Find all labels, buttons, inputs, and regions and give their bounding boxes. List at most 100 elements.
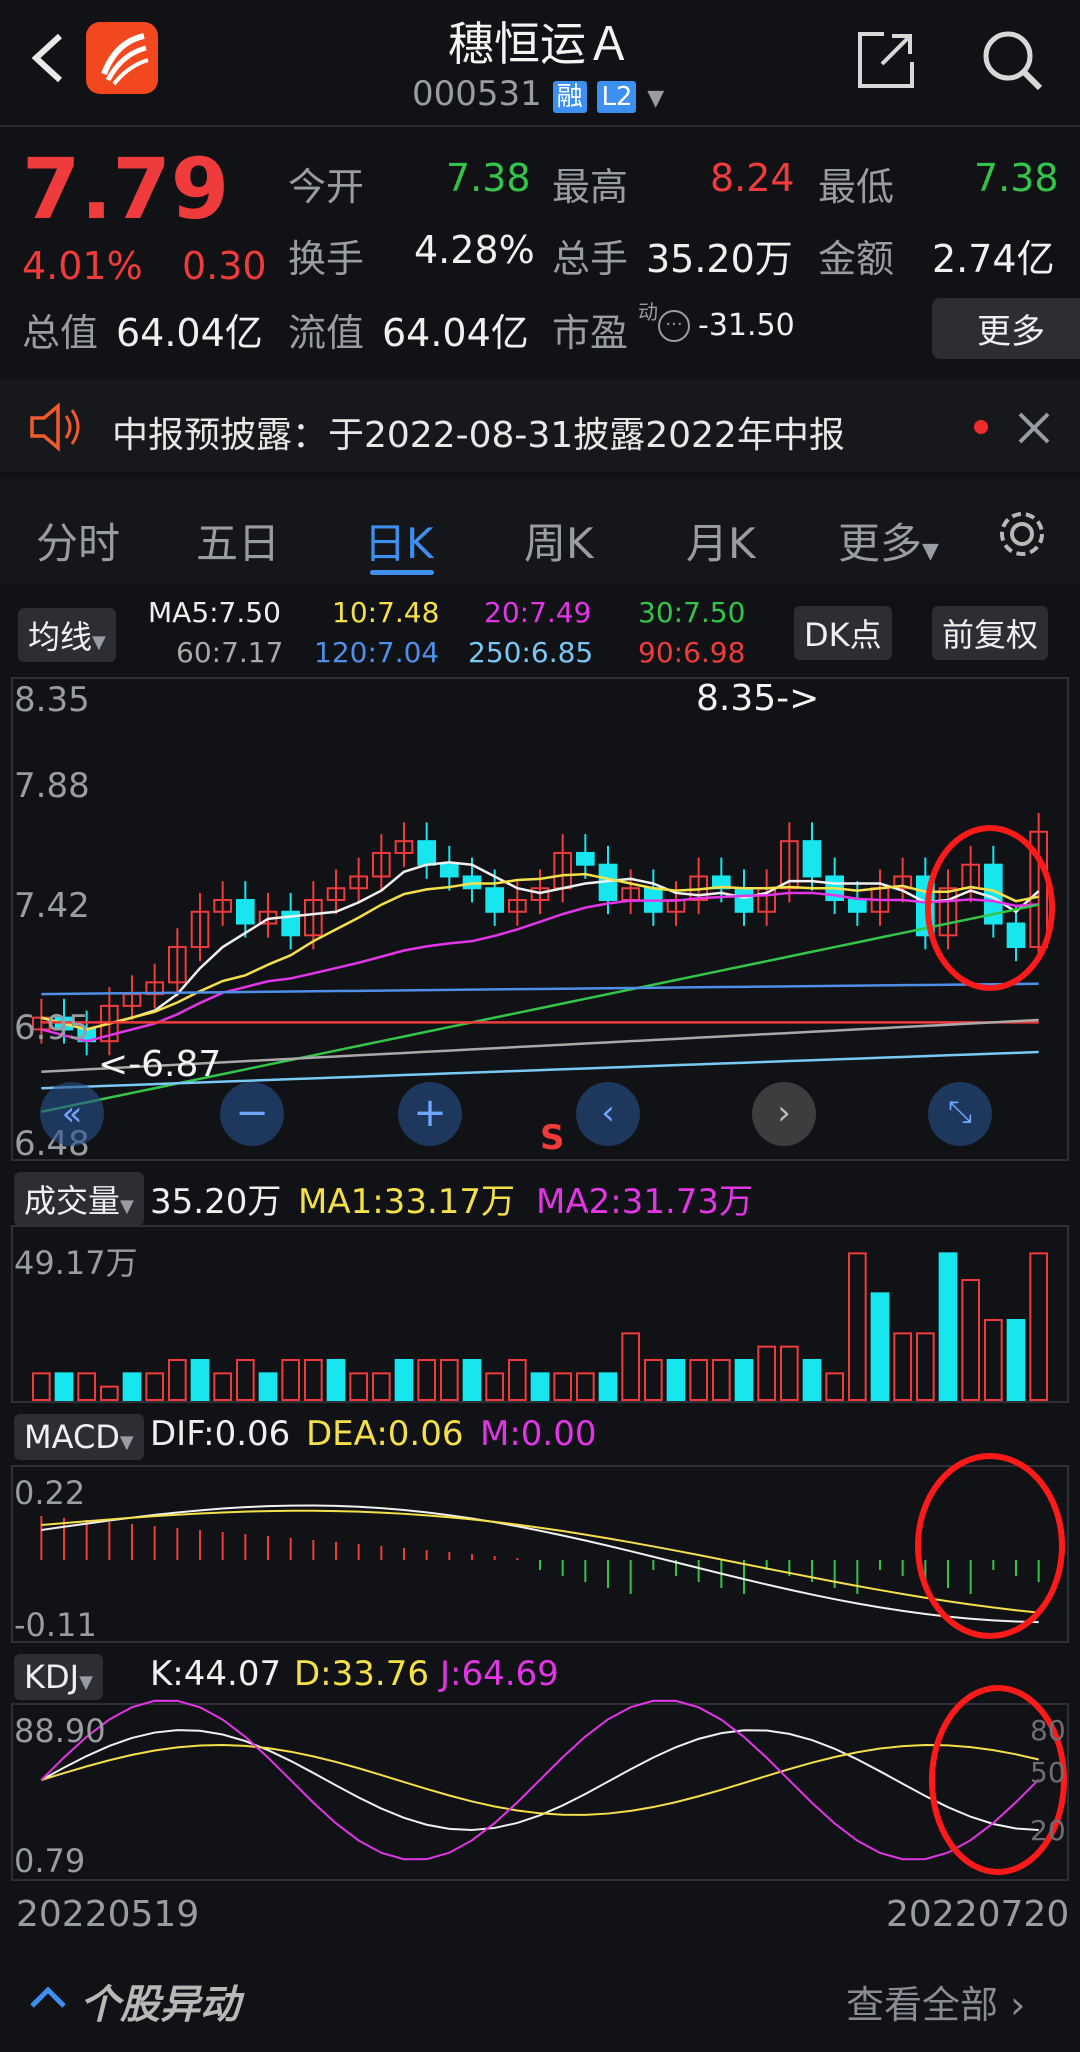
kdj-d: D:33.76 <box>294 1654 429 1694</box>
annotation-circle <box>915 1453 1065 1639</box>
expand-icon[interactable] <box>28 1978 68 2018</box>
macd-dea: DEA:0.06 <box>306 1414 464 1454</box>
volume-bar <box>485 1372 505 1402</box>
volume-bar <box>122 1372 142 1402</box>
chevron-right-icon: › <box>1010 1983 1026 2027</box>
volume-bar <box>349 1372 369 1402</box>
view-all-link[interactable]: 查看全部 › <box>846 1974 1025 2029</box>
kdj-selector-label: KDJ <box>24 1658 80 1696</box>
kdj-ref-50: 50 <box>1030 1756 1066 1789</box>
volume-ma2: MA2:31.73万 <box>536 1182 754 1222</box>
view-all-label: 查看全部 <box>846 1983 999 2027</box>
caret-down-icon: ▼ <box>120 1196 134 1217</box>
macd-ymin: -0.11 <box>14 1606 97 1644</box>
volume-bar <box>77 1372 97 1402</box>
volume-bar <box>984 1319 1003 1401</box>
candle-body <box>802 840 822 878</box>
volume-bar <box>916 1332 935 1402</box>
volume-bar <box>598 1372 618 1402</box>
kline-frame <box>11 677 1069 1161</box>
volume-bar <box>258 1372 278 1402</box>
ma120-line <box>41 982 1039 996</box>
volume-bar <box>961 1279 980 1401</box>
candle-body <box>440 863 459 878</box>
volume-bar <box>462 1359 482 1401</box>
volume-bar <box>281 1359 301 1401</box>
macd-m: M:0.00 <box>480 1414 597 1454</box>
chart-next-button[interactable]: › <box>752 1082 816 1146</box>
zoom-in-button[interactable]: + <box>398 1082 462 1146</box>
kline-y3: 7.42 <box>14 886 90 926</box>
volume-bar <box>100 1385 119 1401</box>
volume-bar <box>54 1372 74 1402</box>
volume-bar <box>870 1292 890 1402</box>
volume-bar <box>757 1345 776 1401</box>
volume-bar <box>145 1372 164 1402</box>
candle-body <box>236 899 255 925</box>
s-marker: S <box>540 1118 565 1158</box>
volume-bar <box>326 1359 346 1401</box>
volume-bar <box>168 1359 187 1401</box>
date-start: 20220519 <box>16 1894 200 1935</box>
volume-bar <box>621 1332 640 1402</box>
volume-bar <box>553 1372 572 1402</box>
kline-y2: 7.88 <box>14 766 90 806</box>
volume-bar <box>848 1252 867 1402</box>
caret-down-icon: ▼ <box>79 1672 93 1693</box>
volume-bar <box>372 1372 391 1402</box>
volume-bar <box>802 1359 822 1401</box>
volume-bar <box>712 1359 731 1401</box>
volume-bar <box>190 1359 210 1401</box>
volume-bar <box>394 1359 414 1401</box>
chart-prev-button[interactable]: ‹ <box>576 1082 640 1146</box>
kdj-j-line <box>40 1699 1040 1861</box>
volume-bar <box>32 1372 51 1402</box>
volume-bar <box>780 1345 799 1401</box>
candle-body <box>734 887 754 913</box>
zoom-out-button[interactable]: − <box>220 1082 284 1146</box>
macd-frame <box>11 1465 1069 1643</box>
kdj-ymax: 88.90 <box>14 1712 106 1750</box>
macd-selector[interactable]: MACD▼ <box>14 1414 144 1460</box>
volume-bar <box>1029 1252 1049 1402</box>
volume-selector[interactable]: 成交量▼ <box>14 1172 144 1226</box>
kdj-ymin: 0.79 <box>14 1842 86 1880</box>
volume-bar <box>417 1359 437 1401</box>
macd-selector-label: MACD <box>24 1418 120 1456</box>
macd-dif: DIF:0.06 <box>150 1414 291 1454</box>
volume-bar <box>825 1372 844 1402</box>
kdj-ref-20: 20 <box>1030 1814 1066 1847</box>
volume-bar <box>236 1359 255 1401</box>
volume-bar <box>938 1252 958 1402</box>
volume-bar <box>530 1372 550 1402</box>
volume-bar <box>644 1359 663 1401</box>
fullscreen-button[interactable]: ⤡ <box>928 1082 992 1146</box>
high-marker: 8.35-> <box>696 678 820 719</box>
volume-ymax: 49.17万 <box>14 1244 138 1282</box>
candle-body <box>417 840 437 866</box>
volume-bar <box>508 1359 527 1401</box>
kdj-selector[interactable]: KDJ▼ <box>14 1654 103 1700</box>
kline-ymax: 8.35 <box>14 680 90 720</box>
caret-down-icon: ▼ <box>119 1432 134 1453</box>
candle-body <box>485 887 505 913</box>
volume-bar <box>440 1359 459 1401</box>
volume-ma1: MA1:33.17万 <box>298 1182 516 1222</box>
volume-bar <box>666 1359 686 1401</box>
chart-nav-first-button[interactable]: « <box>40 1082 104 1146</box>
candle-body <box>1006 922 1026 949</box>
volume-bar <box>734 1359 754 1401</box>
macd-ymax: 0.22 <box>14 1474 86 1512</box>
volume-selector-label: 成交量 <box>24 1182 121 1220</box>
low-marker: <-6.87 <box>98 1044 222 1085</box>
candle-body <box>576 851 595 866</box>
volume-bar <box>304 1359 323 1401</box>
date-end: 20220720 <box>886 1894 1070 1935</box>
kdj-j: J:64.69 <box>440 1654 559 1694</box>
volume-bar <box>213 1372 232 1402</box>
kdj-k: K:44.07 <box>150 1654 282 1694</box>
volume-current: 35.20万 <box>150 1182 282 1222</box>
volume-bar <box>689 1359 708 1401</box>
kdj-ref-80: 80 <box>1030 1714 1066 1747</box>
kline-y4: 6.95 <box>14 1008 90 1048</box>
